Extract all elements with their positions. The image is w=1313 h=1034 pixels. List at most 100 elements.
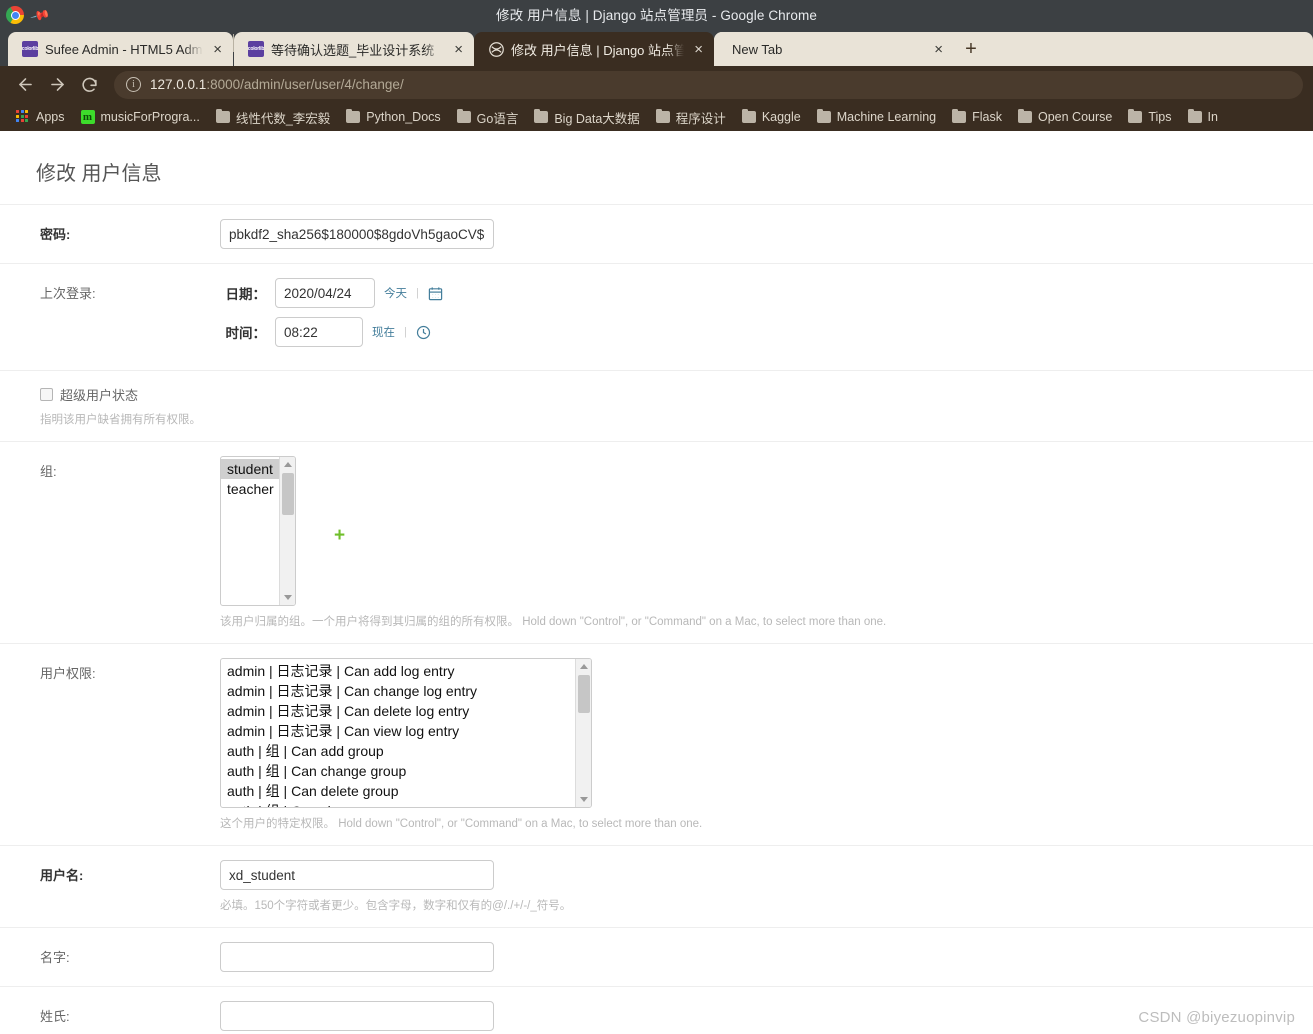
bookmark-folder-flask[interactable]: Flask <box>944 107 1010 127</box>
groups-option-teacher[interactable]: teacher <box>221 479 279 499</box>
reload-icon[interactable] <box>74 70 104 100</box>
tab-close-icon[interactable]: × <box>451 42 466 57</box>
form-row-username: 用户名: 必填。150个字符或者更少。包含字母，数字和仅有的@/./+/-/_符… <box>0 846 1313 928</box>
scroll-up-icon[interactable] <box>579 664 588 669</box>
permission-option[interactable]: admin | 日志记录 | Can delete log entry <box>221 701 575 721</box>
bookmark-folder-in[interactable]: In <box>1180 107 1226 127</box>
last-login-time-input[interactable] <box>275 317 363 347</box>
window-titlebar: 修改 用户信息 | Django 站点管理员 - Google Chrome <box>0 0 1313 28</box>
browser-tab-4[interactable]: New Tab × <box>714 32 954 66</box>
bookmark-label: Kaggle <box>761 110 801 124</box>
bookmark-folder-tips[interactable]: Tips <box>1120 107 1179 127</box>
today-link[interactable]: 今天 <box>384 285 407 301</box>
bookmark-label: Tips <box>1148 110 1172 124</box>
colorlib-icon: colorlib <box>248 41 264 57</box>
browser-tab-1[interactable]: colorlib Sufee Admin - HTML5 Admin × <box>8 32 233 66</box>
new-tab-button[interactable]: + <box>954 32 988 66</box>
permission-option[interactable]: admin | 日志记录 | Can view log entry <box>221 721 575 741</box>
browser-tab-2[interactable]: colorlib 等待确认选题_毕业设计系统 × <box>234 32 474 66</box>
permission-option[interactable]: admin | 日志记录 | Can add log entry <box>221 661 575 681</box>
groups-label: 组: <box>40 464 57 479</box>
permission-option[interactable]: admin | 日志记录 | Can change log entry <box>221 681 575 701</box>
first-name-label: 名字: <box>40 950 70 965</box>
bookmark-label: Open Course <box>1038 110 1113 124</box>
user-permissions-label: 用户权限: <box>40 666 96 681</box>
form-row-first-name: 名字: <box>0 928 1313 987</box>
folder-icon <box>816 108 831 123</box>
time-label: 时间： <box>225 326 267 341</box>
now-link[interactable]: 现在 <box>372 324 395 340</box>
form-row-superuser: 超级用户状态 指明该用户缺省拥有所有权限。 <box>0 371 1313 442</box>
bookmark-folder-go[interactable]: Go语言 <box>449 105 527 130</box>
bookmark-folder-programming[interactable]: 程序设计 <box>648 105 734 130</box>
user-permissions-help: 这个用户的特定权限。 Hold down "Control", or "Comm… <box>220 818 703 830</box>
scroll-down-icon[interactable] <box>283 595 292 600</box>
bookmark-label: Apps <box>36 110 65 124</box>
date-row: 日期： 今天 | <box>220 278 1313 308</box>
groups-select[interactable]: student teacher <box>220 456 296 606</box>
scrollbar-thumb[interactable] <box>282 473 294 515</box>
folder-icon <box>741 108 756 123</box>
user-permissions-select[interactable]: admin | 日志记录 | Can add log entry admin |… <box>220 658 592 808</box>
address-bar[interactable]: i 127.0.0.1:8000/admin/user/user/4/chang… <box>114 70 1303 99</box>
form-row-last-name: 姓氏: <box>0 987 1313 1034</box>
superuser-checkbox-row[interactable]: 超级用户状态 <box>40 385 1313 404</box>
permission-option[interactable]: auth | 组 | Can change group <box>221 761 575 781</box>
username-help: 必填。150个字符或者更少。包含字母，数字和仅有的@/./+/-/_符号。 <box>220 900 572 912</box>
groups-scrollbar[interactable] <box>279 457 295 605</box>
form-row-user-permissions: 用户权限: admin | 日志记录 | Can add log entry a… <box>0 644 1313 846</box>
username-input[interactable] <box>220 860 494 890</box>
add-group-icon[interactable]: + <box>334 526 345 545</box>
scroll-up-icon[interactable] <box>283 462 292 467</box>
bookmark-label: 程序设计 <box>675 111 726 126</box>
bookmark-label: In <box>1207 110 1218 124</box>
folder-icon <box>952 108 967 123</box>
bookmark-apps[interactable]: Apps <box>8 107 73 127</box>
password-input[interactable] <box>220 219 494 249</box>
scrollbar-thumb[interactable] <box>578 675 590 713</box>
bookmark-folder-linear-algebra[interactable]: 线性代数_李宏毅 <box>208 105 338 130</box>
watermark: CSDN @biyezuopinvip <box>1138 1009 1295 1026</box>
groups-option-student[interactable]: student <box>221 459 279 479</box>
bookmark-folder-kaggle[interactable]: Kaggle <box>734 107 809 127</box>
user-permissions-scrollbar[interactable] <box>575 659 591 807</box>
folder-icon <box>215 108 230 123</box>
bookmark-musicforprogramming[interactable]: m musicForProgra... <box>73 107 208 127</box>
tab-close-icon[interactable]: × <box>210 42 225 57</box>
colorlib-icon: colorlib <box>22 41 38 57</box>
last-login-date-input[interactable] <box>275 278 375 308</box>
browser-tab-3-active[interactable]: 修改 用户信息 | Django 站点管 × <box>474 32 714 66</box>
calendar-icon[interactable] <box>428 285 444 301</box>
superuser-checkbox[interactable] <box>40 388 53 401</box>
bookmark-folder-bigdata[interactable]: Big Data大数据 <box>526 105 647 130</box>
permission-option[interactable]: auth | 组 | Can add group <box>221 741 575 761</box>
tab-close-icon[interactable]: × <box>691 42 706 57</box>
tab-strip: 📌 colorlib Sufee Admin - HTML5 Admin × c… <box>0 5 1313 66</box>
tab-title: 修改 用户信息 | Django 站点管 <box>511 42 685 58</box>
back-arrow-icon[interactable] <box>10 70 40 100</box>
tab-title: 等待确认选题_毕业设计系统 <box>271 42 435 58</box>
last-name-input[interactable] <box>220 1001 494 1031</box>
page-title: 修改 用户信息 <box>36 163 162 185</box>
bookmark-folder-open-course[interactable]: Open Course <box>1010 107 1120 127</box>
tab-title: New Tab <box>732 41 783 57</box>
folder-icon <box>655 108 670 123</box>
window-title: 修改 用户信息 | Django 站点管理员 - Google Chrome <box>496 8 817 23</box>
superuser-label: 超级用户状态 <box>60 388 139 403</box>
time-row: 时间： 现在 | <box>220 317 1313 347</box>
last-login-label: 上次登录: <box>40 286 96 301</box>
bookmark-folder-machine-learning[interactable]: Machine Learning <box>809 107 944 127</box>
site-info-icon[interactable]: i <box>126 77 141 92</box>
tab-close-icon[interactable]: × <box>931 42 946 57</box>
forward-arrow-icon[interactable] <box>42 70 72 100</box>
permission-option[interactable]: auth | 组 | Can view group <box>221 801 575 807</box>
bookmark-folder-python-docs[interactable]: Python_Docs <box>338 107 448 127</box>
groups-help: 该用户归属的组。一个用户将得到其归属的组的所有权限。 Hold down "Co… <box>220 616 887 628</box>
form-row-groups: 组: student teacher + 该用户归属的组。一个用户将得到其归属的… <box>0 442 1313 644</box>
bookmarks-bar: Apps m musicForProgra... 线性代数_李宏毅 Python… <box>0 103 1313 131</box>
folder-icon <box>1128 108 1143 123</box>
clock-icon[interactable] <box>416 324 432 340</box>
scroll-down-icon[interactable] <box>579 797 588 802</box>
first-name-input[interactable] <box>220 942 494 972</box>
permission-option[interactable]: auth | 组 | Can delete group <box>221 781 575 801</box>
